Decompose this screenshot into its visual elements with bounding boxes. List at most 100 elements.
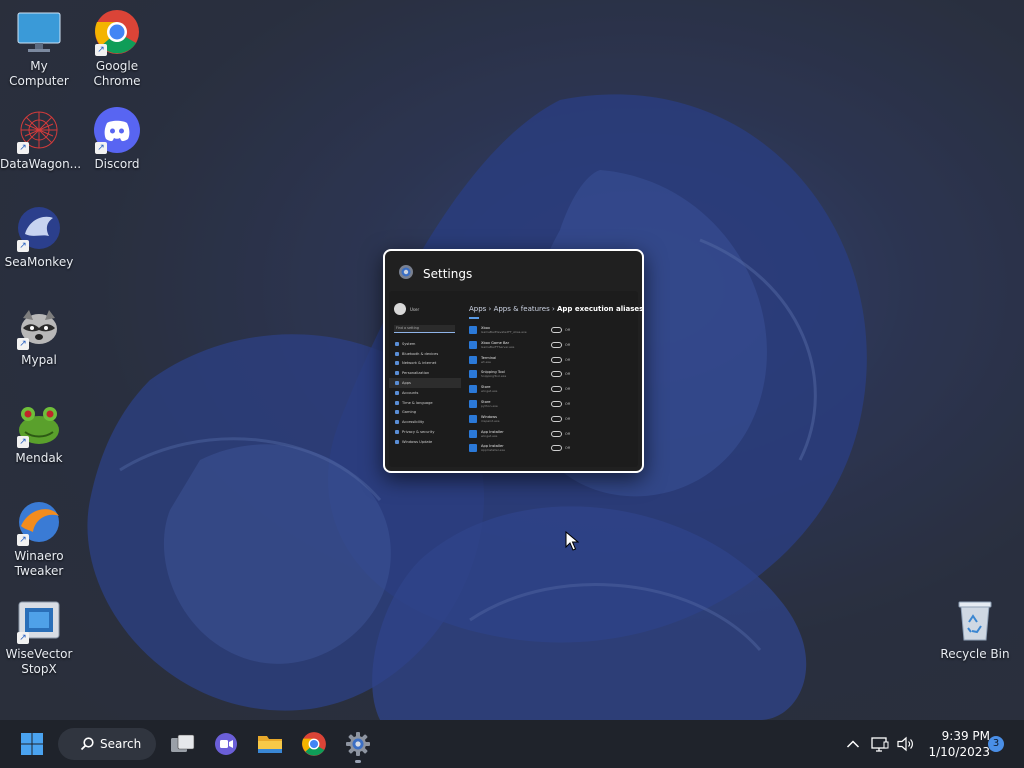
nav-item-label: Accounts <box>402 390 419 395</box>
nav-item-icon <box>395 361 399 366</box>
network-button[interactable] <box>866 728 894 760</box>
chrome-icon: ↗ <box>93 8 141 56</box>
app-icon <box>469 355 477 364</box>
nav-item-icon <box>395 341 399 346</box>
preview-title: Settings <box>423 266 473 281</box>
alias-exe: mspaint.exe <box>481 418 500 423</box>
desktop-icon-google-chrome[interactable]: ↗ Google Chrome <box>78 8 156 89</box>
task-view-icon <box>171 734 195 752</box>
app-icon <box>469 326 477 334</box>
thumbnail-alias-row: App Installer winget.exe Off <box>469 428 629 440</box>
settings-taskbar-button[interactable] <box>341 728 375 760</box>
toggle-switch <box>551 401 562 407</box>
thumbnail-user-name: User <box>410 306 420 312</box>
alias-text: Windows mspaint.exe <box>481 415 541 423</box>
chrome-taskbar-button[interactable] <box>297 728 331 760</box>
toggle-state: Off <box>565 416 571 421</box>
preview-title-bar: Settings <box>397 263 472 284</box>
settings-gear-icon <box>397 263 415 284</box>
thumbnail-nav-item: Network & internet <box>389 359 461 369</box>
toggle-switch <box>551 386 562 393</box>
app-icon <box>469 444 477 453</box>
volume-button[interactable] <box>892 728 920 760</box>
thumbnail-alias-row: Windows mspaint.exe Off <box>469 413 629 425</box>
search-icon <box>80 737 94 751</box>
desktop-icon-wisevector-stopx[interactable]: ↗ WiseVector StopX <box>0 596 78 677</box>
thumbnail-alias-row: Xbox Game Bar GameBarFTServer.exe Off <box>469 339 629 351</box>
teams-chat-button[interactable] <box>209 728 243 760</box>
desktop-icon-label: WiseVector StopX <box>5 647 73 676</box>
thumbnail-nav-item: Accounts <box>389 388 461 398</box>
desktop-icon-discord[interactable]: ↗ Discord <box>78 106 156 172</box>
file-explorer-button[interactable] <box>253 728 287 760</box>
nav-item-icon <box>395 430 399 435</box>
toggle-state: Off <box>565 446 571 451</box>
shortcut-arrow-icon: ↗ <box>17 436 29 448</box>
alias-text: Snipping Tool SnippingTool.exe <box>481 370 541 378</box>
desktop-icon-label: Mypal <box>21 353 57 367</box>
clock-date: 1/10/2023 <box>928 745 990 759</box>
search-label: Search <box>100 737 142 751</box>
alias-exe: winget.exe <box>481 433 498 438</box>
toggle-switch <box>551 327 562 333</box>
desktop-icon-mypal[interactable]: ↗ Mypal <box>0 302 78 368</box>
toggle-switch <box>551 415 562 422</box>
task-preview-settings[interactable]: Settings User Find a setting System Bluet… <box>383 249 644 473</box>
recycle-bin-icon <box>951 596 999 644</box>
toggle-switch <box>551 445 562 452</box>
nav-item-label: Gaming <box>402 410 417 415</box>
avatar-icon <box>394 303 406 315</box>
nav-item-label: Privacy & security <box>402 430 435 435</box>
app-icon <box>469 429 477 438</box>
nav-item-icon <box>395 400 399 405</box>
thumbnail-nav-item: System <box>389 339 461 349</box>
clock-time: 9:39 PM <box>941 729 990 743</box>
alias-exe: winget.exe <box>481 389 498 394</box>
task-view-button[interactable] <box>166 728 200 760</box>
shortcut-arrow-icon: ↗ <box>17 142 29 154</box>
alias-text: Xbox Game Bar GameBarFTServer.exe <box>481 341 541 349</box>
thumbnail-alias-row: Store python.exe Off <box>469 398 629 410</box>
app-icon <box>469 370 477 379</box>
thumbnail-alias-row: Snipping Tool SnippingTool.exe Off <box>469 368 629 380</box>
nav-item-label: Apps <box>402 381 411 386</box>
notification-badge[interactable]: 3 <box>988 736 1004 752</box>
desktop-icon-label: SeaMonkey <box>4 255 74 269</box>
alias-text: Xbox GameBarElevatedFT_Alias.exe <box>481 326 541 334</box>
shortcut-arrow-icon: ↗ <box>95 142 107 154</box>
thumbnail-nav: System Bluetooth & devices Network & inter… <box>389 339 461 447</box>
shortcut-arrow-icon: ↗ <box>17 632 29 644</box>
show-hidden-icons-button[interactable] <box>838 728 868 760</box>
nav-item-label: System <box>402 341 416 346</box>
desktop-icon-my-computer[interactable]: My Computer <box>0 8 78 89</box>
desktop-icon-recycle-bin[interactable]: Recycle Bin <box>936 596 1014 662</box>
desktop-icon-seamonkey[interactable]: ↗ SeaMonkey <box>0 204 78 270</box>
thumbnail-breadcrumb: Apps › Apps & features › App execution a… <box>469 305 644 313</box>
active-app-indicator <box>355 760 361 763</box>
alias-text: Store python.exe <box>481 400 541 408</box>
alias-exe: GameBarFTServer.exe <box>481 344 515 349</box>
alias-exe: python.exe <box>481 404 498 408</box>
thumbnail-nav-item: Apps <box>389 378 461 388</box>
seamonkey-icon: ↗ <box>15 204 63 252</box>
desktop-icon-datawagon[interactable]: ↗ DataWagon... <box>0 106 82 172</box>
start-button[interactable] <box>15 728 49 760</box>
desktop-icon-label: DataWagon... <box>0 157 82 171</box>
taskbar-search-button[interactable]: Search <box>58 728 156 760</box>
toggle-switch <box>551 356 562 363</box>
clock[interactable]: 9:39 PM 1/10/2023 <box>918 728 990 760</box>
alias-text: Terminal wt.exe <box>481 356 541 364</box>
frog-icon: ↗ <box>15 400 63 448</box>
wisevector-icon: ↗ <box>15 596 63 644</box>
desktop-icon-mendak[interactable]: ↗ Mendak <box>0 400 78 466</box>
nav-item-icon <box>395 439 399 444</box>
datawagon-icon: ↗ <box>15 106 63 154</box>
crumb-features: Apps & features <box>493 305 550 313</box>
raccoon-icon: ↗ <box>15 302 63 350</box>
thumbnail-alias-row: Terminal wt.exe Off <box>469 354 629 366</box>
desktop-icon-winaero-tweaker[interactable]: ↗ Winaero Tweaker <box>0 498 78 579</box>
nav-item-icon <box>395 410 399 415</box>
speaker-icon <box>897 736 913 752</box>
alias-exe: SnippingTool.exe <box>481 374 507 379</box>
alias-exe: GameBarElevatedFT_Alias.exe <box>481 330 527 334</box>
